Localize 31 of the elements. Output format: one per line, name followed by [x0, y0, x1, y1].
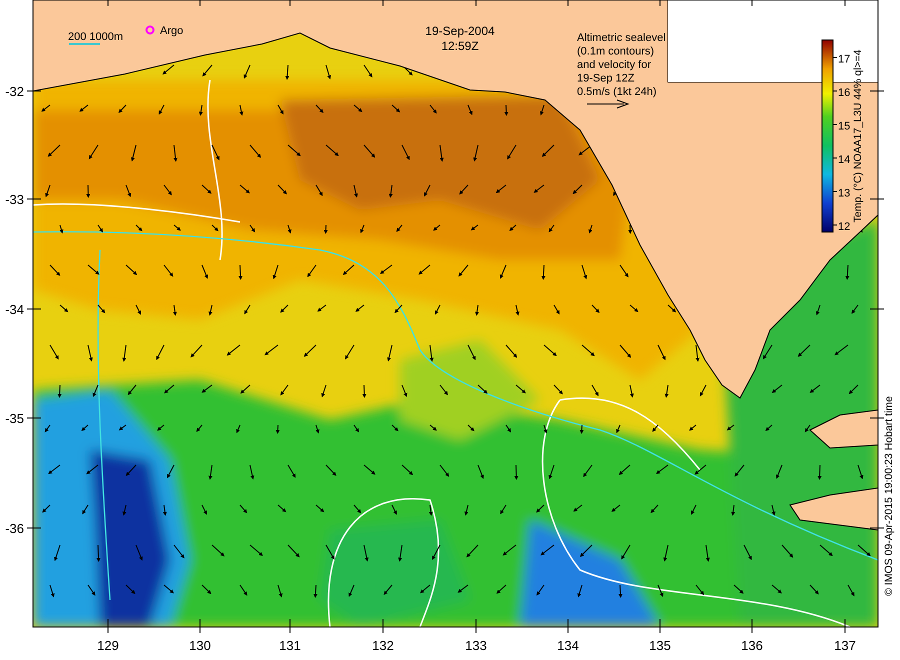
longitude-label: 137	[834, 638, 856, 653]
colorbar-tick-label: 14	[838, 154, 850, 166]
latitude-label: -35	[5, 411, 24, 426]
legend-text: 0.5m/s (1kt 24h)	[577, 86, 656, 98]
colorbar-title: Temp. (°C) NOAA17_L3U 44% ql>=4	[852, 50, 864, 222]
longitude-label: 136	[741, 638, 763, 653]
longitude-label: 135	[649, 638, 671, 653]
legend-text: (0.1m contours)	[577, 46, 654, 58]
latitude-label: -34	[5, 302, 24, 317]
longitude-label: 134	[557, 638, 579, 653]
longitude-label: 132	[372, 638, 394, 653]
colorbar-tick-label: 12	[838, 221, 850, 233]
argo-label: Argo	[160, 25, 184, 37]
credit-text: © IMOS 09-Apr-2015 19:00:23 Hobart time	[883, 396, 895, 596]
latitude-label: -36	[5, 521, 24, 536]
longitude-label: 129	[97, 638, 119, 653]
colorbar-tick-label: 17	[838, 54, 850, 66]
longitude-label: 130	[189, 638, 211, 653]
latitude-label: -32	[5, 84, 24, 99]
colorbar-tick-label: 16	[838, 87, 850, 99]
scale-bar-label: 200 1000m	[68, 31, 124, 43]
legend-text: and velocity for	[577, 59, 651, 71]
legend-text: Altimetric sealevel	[577, 32, 666, 44]
colorbar-tick-label: 13	[838, 188, 850, 200]
longitude-label: 133	[465, 638, 487, 653]
map-time: 12:59Z	[441, 39, 479, 53]
latitude-label: -33	[5, 192, 24, 207]
map-date: 19-Sep-2004	[425, 24, 495, 38]
legend-text: 19-Sep 12Z	[577, 72, 634, 84]
colorbar-tick-label: 15	[838, 120, 850, 132]
longitude-label: 131	[279, 638, 301, 653]
